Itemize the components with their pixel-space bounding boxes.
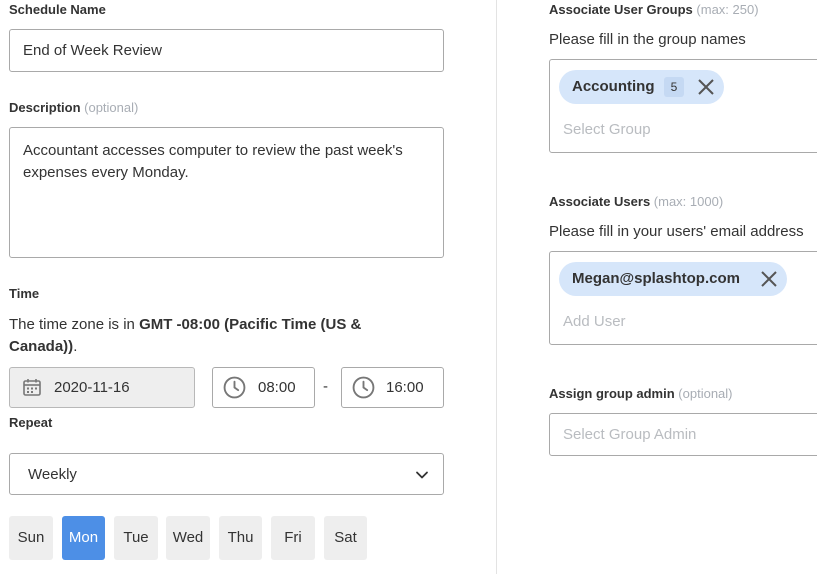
day-toggle-tue[interactable]: Tue <box>114 516 158 560</box>
select-group-admin-placeholder: Select Group Admin <box>563 426 697 443</box>
users-label: Associate Users (max: 1000) <box>549 194 724 209</box>
chevron-down-icon <box>416 471 428 479</box>
day-toggle-mon[interactable]: Mon <box>62 516 105 560</box>
day-toggle-sun[interactable]: Sun <box>9 516 53 560</box>
day-toggle-sat[interactable]: Sat <box>324 516 367 560</box>
group-chip-label: Accounting <box>572 78 655 95</box>
schedule-name-input[interactable]: End of Week Review <box>9 29 444 72</box>
timezone-text: The time zone is in GMT -08:00 (Pacific … <box>9 316 362 355</box>
group-admin-label: Assign group admin (optional) <box>549 386 733 401</box>
group-chip-accounting: Accounting 5 <box>559 70 724 104</box>
start-time-input[interactable]: 08:00 <box>212 367 315 408</box>
group-admin-input[interactable]: Select Group Admin <box>549 413 817 456</box>
end-time-input[interactable]: 16:00 <box>341 367 444 408</box>
user-chip-label: Megan@splashtop.com <box>572 270 740 287</box>
user-groups-hint: Please fill in the group names <box>549 31 746 48</box>
schedule-name-label: Schedule Name <box>9 2 106 17</box>
day-toggle-wed[interactable]: Wed <box>166 516 210 560</box>
description-label: Description (optional) <box>9 100 139 115</box>
end-time-value: 16:00 <box>386 379 424 396</box>
users-input[interactable]: Megan@splashtop.com Add User <box>549 251 817 345</box>
group-member-count-badge: 5 <box>664 77 684 97</box>
remove-chip-close-icon[interactable] <box>759 269 779 289</box>
repeat-select[interactable]: Weekly <box>9 453 444 495</box>
date-input[interactable]: 2020-11-16 <box>9 367 195 408</box>
remove-chip-close-icon[interactable] <box>696 77 716 97</box>
select-group-placeholder: Select Group <box>563 121 651 138</box>
repeat-value: Weekly <box>28 466 77 483</box>
description-value: Accountant accesses computer to review t… <box>23 142 403 181</box>
day-toggle-fri[interactable]: Fri <box>271 516 315 560</box>
user-chip-megan: Megan@splashtop.com <box>559 262 787 296</box>
user-groups-label: Associate User Groups (max: 250) <box>549 2 759 17</box>
description-textarea[interactable]: Accountant accesses computer to review t… <box>9 127 444 258</box>
calendar-icon <box>23 379 41 396</box>
add-user-placeholder: Add User <box>563 313 626 330</box>
time-separator: - <box>323 378 328 395</box>
clock-icon <box>352 376 375 399</box>
user-groups-input[interactable]: Accounting 5 Select Group <box>549 59 817 153</box>
column-divider <box>496 0 497 574</box>
time-label: Time <box>9 286 40 301</box>
date-value: 2020-11-16 <box>54 379 130 396</box>
day-toggle-thu[interactable]: Thu <box>219 516 262 560</box>
clock-icon <box>223 376 246 399</box>
start-time-value: 08:00 <box>258 379 296 396</box>
users-hint: Please fill in your users' email address <box>549 223 804 240</box>
repeat-label: Repeat <box>9 415 53 430</box>
schedule-name-value: End of Week Review <box>23 42 162 59</box>
